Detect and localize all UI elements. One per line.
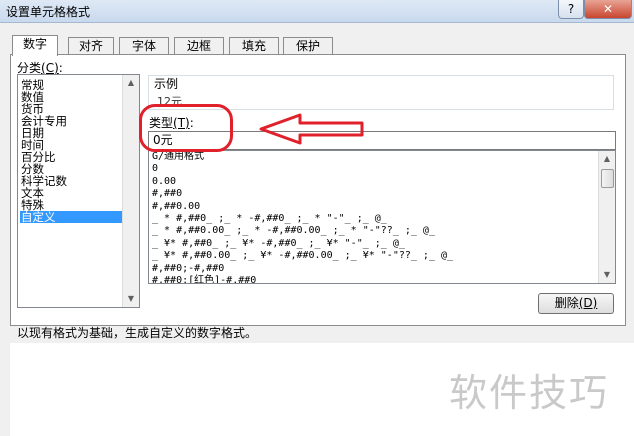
tab-font[interactable]: 字体 bbox=[119, 37, 169, 55]
help-icon: ? bbox=[567, 2, 575, 16]
tab-number[interactable]: 数字 bbox=[12, 35, 58, 56]
tab-protection[interactable]: 保护 bbox=[283, 37, 333, 55]
annotation-arrow-icon bbox=[259, 113, 364, 145]
category-item-selected[interactable]: 自定义 bbox=[20, 211, 123, 223]
tab-fill[interactable]: 填充 bbox=[229, 37, 279, 55]
sample-caption: 示例 bbox=[154, 77, 179, 91]
help-button[interactable]: ? bbox=[558, 0, 584, 19]
scroll-up-arrow-icon[interactable]: ▲ bbox=[123, 75, 139, 91]
scroll-down-arrow-icon[interactable]: ▼ bbox=[599, 267, 615, 283]
format-item[interactable]: 0 bbox=[152, 163, 594, 175]
format-item[interactable]: G/通用格式 bbox=[152, 151, 594, 163]
window-title: 设置单元格格式 bbox=[6, 5, 91, 19]
title-bar: 设置单元格格式 ? ✕ bbox=[0, 0, 634, 23]
category-scrollbar[interactable]: ▲ ▼ bbox=[122, 75, 139, 307]
tab-border[interactable]: 边框 bbox=[174, 37, 224, 55]
format-item[interactable]: #,##0.00 bbox=[152, 201, 594, 213]
format-list[interactable]: G/通用格式 0 0.00 #,##0 #,##0.00 _ * #,##0_ … bbox=[148, 150, 616, 284]
format-item[interactable]: _ ¥* #,##0_ ;_ ¥* -#,##0_ ;_ ¥* "-"_ ;_ … bbox=[152, 238, 594, 250]
format-item[interactable]: #,##0;[红色]-#,##0 bbox=[152, 275, 594, 283]
delete-button[interactable]: 删除(D) bbox=[538, 293, 614, 314]
close-button[interactable]: ✕ bbox=[584, 0, 632, 19]
tab-alignment[interactable]: 对齐 bbox=[68, 37, 114, 55]
format-item[interactable]: #,##0 bbox=[152, 188, 594, 200]
format-item[interactable]: 0.00 bbox=[152, 176, 594, 188]
format-item[interactable]: _ ¥* #,##0.00_ ;_ ¥* -#,##0.00_ ;_ ¥* "-… bbox=[152, 250, 594, 262]
format-item[interactable]: _ * #,##0.00_ ;_ * -#,##0.00_ ;_ * "-"??… bbox=[152, 225, 594, 237]
scroll-down-arrow-icon[interactable]: ▼ bbox=[123, 291, 139, 307]
format-item[interactable]: _ * #,##0_ ;_ * -#,##0_ ;_ * "-"_ ;_ @_ bbox=[152, 213, 594, 225]
watermark: 软件技巧 bbox=[449, 371, 610, 415]
scroll-up-arrow-icon[interactable]: ▲ bbox=[599, 151, 615, 167]
hint-text: 以现有格式为基础，生成自定义的数字格式。 bbox=[17, 326, 258, 340]
annotation-circle bbox=[139, 104, 233, 152]
scroll-thumb[interactable] bbox=[601, 169, 614, 188]
format-item[interactable]: #,##0;-#,##0 bbox=[152, 263, 594, 275]
format-scrollbar[interactable]: ▲ ▼ bbox=[598, 151, 615, 283]
close-icon: ✕ bbox=[602, 2, 614, 16]
category-list[interactable]: 常规 数值 货币 会计专用 日期 时间 百分比 分数 科学记数 文本 特殊 自定… bbox=[17, 74, 140, 308]
